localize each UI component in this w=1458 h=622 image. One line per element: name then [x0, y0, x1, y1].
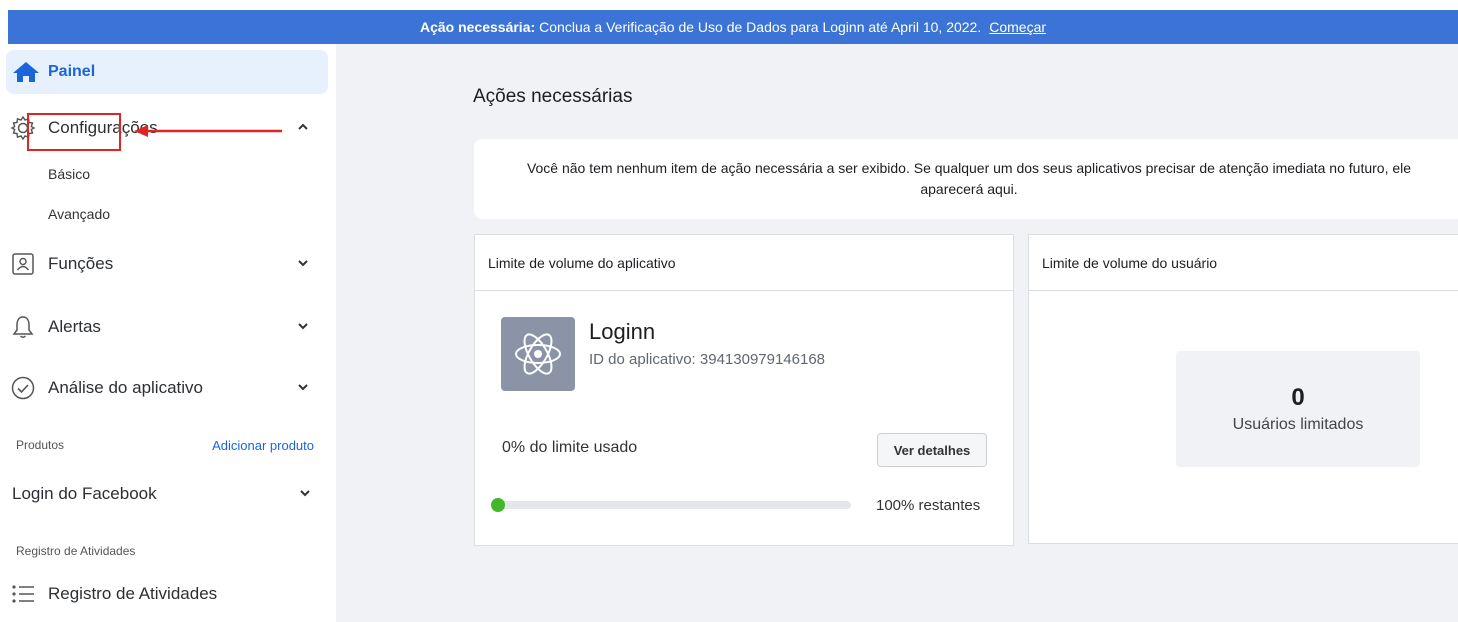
chevron-down-icon[interactable]: [296, 319, 310, 333]
card-title: Limite de volume do usuário: [1042, 254, 1218, 271]
sidebar-item-label: Alertas: [48, 317, 101, 336]
banner-message: Conclua a Verificação de Uso de Dados pa…: [539, 19, 982, 35]
annotation-arrow-icon: [134, 125, 282, 137]
banner-start-link[interactable]: Começar: [989, 19, 1046, 35]
remaining-text: 100% restantes: [876, 497, 981, 514]
sidebar-item-activity-log[interactable]: Registro de Atividades: [10, 578, 310, 610]
usage-progress-bar: [491, 498, 851, 512]
sidebar-item-app-review[interactable]: Análise do aplicativo: [10, 372, 310, 404]
main-content: Ações necessárias Você não tem nenhum it…: [336, 44, 1458, 622]
notice-text: Você não tem nenhum item de ação necessá…: [526, 160, 1412, 197]
sidebar-item-roles[interactable]: Funções: [10, 248, 310, 280]
card-title: Limite de volume do aplicativo: [488, 254, 676, 271]
home-icon: [13, 62, 39, 82]
id-card-icon: [12, 253, 34, 275]
usage-progress-dot: [491, 498, 505, 512]
user-volume-limit-card: Limite de volume do usuário 0 Usuários l…: [1028, 234, 1458, 544]
app-volume-limit-card: Limite de volume do aplicativo Loginn ID…: [474, 234, 1014, 546]
page-title: Ações necessárias: [473, 86, 633, 107]
limited-users-label: Usuários limitados: [1232, 416, 1364, 433]
view-details-button[interactable]: Ver detalhes: [877, 433, 987, 467]
no-actions-notice: Você não tem nenhum item de ação necessá…: [474, 139, 1458, 219]
banner-prefix: Ação necessária:: [419, 19, 536, 35]
list-icon: [12, 585, 34, 603]
limited-users-stat: 0 Usuários limitados: [1176, 351, 1420, 467]
chevron-down-icon[interactable]: [296, 380, 310, 394]
card-header: Limite de volume do aplicativo: [475, 235, 1013, 291]
limit-used-text: 0% do limite usado: [502, 439, 638, 456]
sidebar-item-label: Registro de Atividades: [48, 584, 218, 603]
sidebar-item-label: Funções: [48, 254, 114, 273]
sidebar-item-label: Login do Facebook: [12, 484, 157, 503]
chevron-down-icon[interactable]: [296, 256, 310, 270]
card-header: Limite de volume do usuário: [1029, 235, 1458, 291]
app-id: ID do aplicativo: 394130979146168: [589, 351, 826, 368]
shield-check-icon: [11, 376, 35, 400]
limited-users-count: 0: [1291, 384, 1305, 411]
sidebar-item-alerts[interactable]: Alertas: [10, 311, 310, 343]
app-name: Loginn: [589, 319, 656, 344]
sidebar-item-facebook-login[interactable]: Login do Facebook: [12, 478, 312, 510]
chevron-up-icon[interactable]: [296, 120, 310, 134]
app-icon: [501, 317, 575, 391]
sidebar-item-label: Painel: [48, 63, 96, 80]
atom-icon: [515, 333, 561, 375]
products-section-label: Produtos: [16, 438, 65, 452]
activity-section-label: Registro de Atividades: [16, 544, 136, 558]
add-product-link[interactable]: Adicionar produto: [212, 438, 314, 453]
sidebar-subitem-advanced[interactable]: Avançado: [48, 206, 110, 222]
highlight-box: [27, 113, 121, 151]
sidebar-subitem-basic[interactable]: Básico: [48, 166, 90, 182]
chevron-down-icon[interactable]: [298, 486, 312, 500]
sidebar-item-label: Análise do aplicativo: [48, 378, 203, 397]
bell-icon: [12, 316, 34, 338]
sidebar-item-dashboard[interactable]: Painel: [6, 50, 328, 94]
action-required-banner: Ação necessária: Conclua a Verificação d…: [8, 10, 1458, 44]
